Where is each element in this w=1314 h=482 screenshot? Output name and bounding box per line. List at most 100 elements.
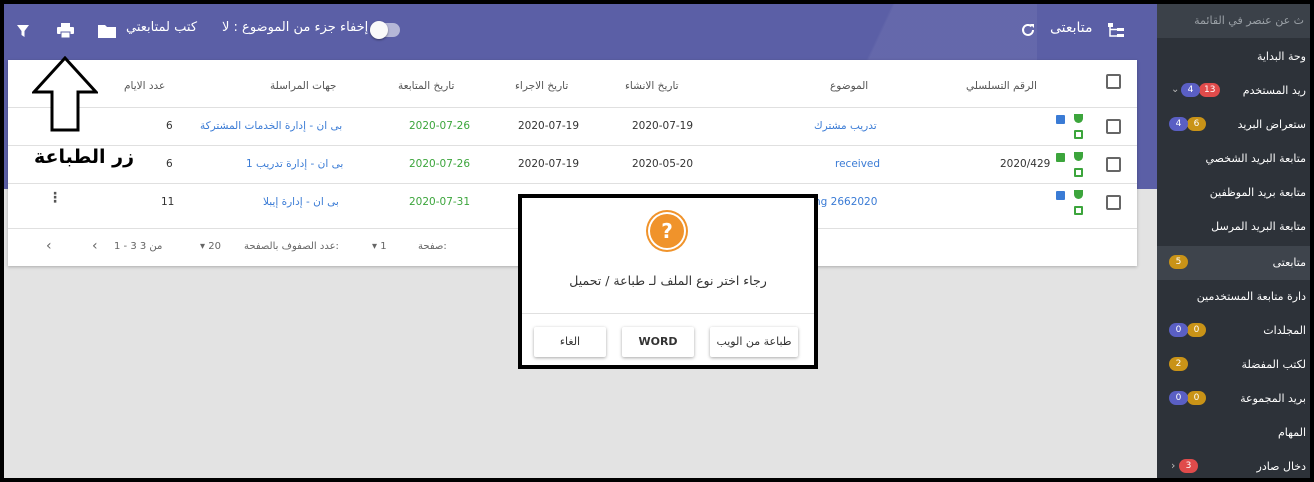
cell-subject[interactable]: تدريب مشترك (814, 120, 877, 132)
sidebar-item-label: دخال صادر (1256, 460, 1306, 473)
sidebar-item-manage-users-followup[interactable]: دارة متابعة المستخدمين (1157, 280, 1310, 314)
header-action[interactable]: تاريخ الاجراء (515, 80, 568, 92)
sidebar-item-group-mail[interactable]: 0 0 بريد المجموعة (1157, 382, 1310, 416)
sidebar-item-outgoing[interactable]: › 3 دخال صادر (1157, 450, 1310, 478)
page-select[interactable]: ▾ 1 (372, 241, 387, 252)
sidebar-item-label: لكتب المفضلة (1241, 358, 1306, 371)
toggle-knob[interactable] (370, 21, 388, 39)
badge-count: 0 (1187, 323, 1206, 337)
header-created[interactable]: تاريخ الانشاء (625, 80, 679, 92)
shield-icon (1074, 114, 1083, 123)
filter-icon[interactable] (16, 24, 30, 38)
header-serial[interactable]: الرقم التسلسلي (966, 80, 1037, 92)
badge-count: 3 (1179, 459, 1198, 473)
question-icon: ? (650, 214, 684, 248)
page-label: صفحة: (418, 241, 447, 252)
print-web-button[interactable]: طباعة من الويب (710, 327, 798, 357)
word-button[interactable]: WORD (622, 327, 694, 357)
cell-days: 6 (166, 158, 173, 170)
shield-icon (1074, 190, 1083, 199)
sidebar-item-sent-followup[interactable]: متابعة البريد المرسل (1157, 210, 1310, 244)
rows-per-page-select[interactable]: ▾ 20 (200, 241, 221, 252)
header-parties[interactable]: جهات المراسلة (270, 80, 337, 92)
question-glyph: ? (661, 219, 673, 243)
calendar-icon (1074, 206, 1083, 215)
badge-count: 0 (1187, 391, 1206, 405)
rows-per-page-label: عدد الصفوف بالصفحة: (244, 241, 339, 252)
top-toolbar: كتب لمتابعتي إخفاء جزء من الموضوع : لا م… (4, 4, 1157, 58)
sidebar-item-label: دارة متابعة المستخدمين (1196, 290, 1306, 303)
sidebar-item-label: المهام (1278, 426, 1306, 439)
sidebar-item-personal-followup[interactable]: متابعة البريد الشخصي (1157, 142, 1310, 176)
arrow-up-icon (1056, 115, 1065, 124)
cancel-button[interactable]: الغاء (534, 327, 606, 357)
page-value: 1 (380, 241, 387, 252)
sidebar-item-my-followups[interactable]: 5 متابعتى (1157, 246, 1310, 280)
folder-label[interactable]: كتب لمتابعتي (126, 20, 197, 35)
cell-subject[interactable]: ng 2662020 (814, 196, 877, 208)
cell-parties[interactable]: بى ان - إدارة الخدمات المشتركة (200, 120, 342, 132)
cell-action: 2020-07-19 (518, 120, 580, 132)
sidebar-item-browse-mail[interactable]: 6 4 ستعراض البريد (1157, 108, 1310, 142)
header-days[interactable]: عدد الايام (124, 80, 165, 92)
badge-count: 13 (1199, 83, 1221, 97)
cell-parties[interactable]: بى ان - إدارة إيبلا (263, 196, 339, 208)
sidebar-item-home[interactable]: وحة البداية (1157, 40, 1310, 74)
annotation-label: زر الطباعة (34, 146, 135, 168)
badge-count: 0 (1169, 323, 1188, 337)
sidebar-item-favorites[interactable]: 2 لكتب المفضلة (1157, 348, 1310, 382)
table-row[interactable]: تدريب مشترك 2020-07-19 2020-07-19 2020-0… (8, 107, 1137, 145)
more-vert-icon[interactable]: ⋮ (48, 190, 62, 206)
print-icon[interactable] (57, 23, 74, 38)
refresh-icon[interactable] (1020, 22, 1036, 38)
page-range: 1 - 3 من 3 (114, 241, 163, 252)
badge-count: 5 (1169, 255, 1188, 269)
hide-subject-label: إخفاء جزء من الموضوع : لا (222, 20, 369, 35)
badge-count: 4 (1181, 83, 1200, 97)
dialog-message: رجاء اختر نوع الملف لـ طباعة / تحميل (569, 273, 767, 288)
page-title: متابعتى (1050, 20, 1093, 36)
folder-icon[interactable] (98, 24, 116, 38)
badge-count: 2 (1169, 357, 1188, 371)
sidebar-item-label: وحة البداية (1256, 50, 1306, 63)
cell-created: 2020-05-20 (632, 158, 694, 170)
arrow-up-icon (1056, 191, 1065, 200)
shield-icon (1074, 152, 1083, 161)
chevron-right-icon: › (1171, 459, 1176, 472)
sidebar-item-label: متابعة بريد الموظفين (1209, 186, 1306, 199)
chevron-down-icon: ⌄ (1171, 84, 1180, 95)
print-type-dialog: ? رجاء اختر نوع الملف لـ طباعة / تحميل ط… (518, 194, 818, 369)
header-subject[interactable]: الموضوع (830, 80, 868, 92)
sidebar-item-folders[interactable]: 0 0 المجلدات (1157, 314, 1310, 348)
tree-icon (1108, 22, 1124, 38)
cell-subject[interactable]: received (835, 158, 880, 170)
hide-subject-toggle[interactable] (370, 21, 400, 39)
table-row[interactable]: 2020/429 received 2020-05-20 2020-07-19 … (8, 145, 1137, 183)
next-page-icon[interactable]: ‹ (46, 238, 52, 254)
cell-followup: 2020-07-26 (409, 120, 471, 132)
select-all-checkbox[interactable] (1106, 74, 1121, 89)
calendar-icon (1074, 130, 1083, 139)
sidebar-item-user-mail[interactable]: ⌄ 13 4 ريد المستخدم (1157, 74, 1310, 108)
cell-created: 2020-07-19 (632, 120, 694, 132)
sidebar-item-label: متابعة البريد المرسل (1211, 220, 1306, 233)
search-placeholder: ث عن عنصر في القائمة (1194, 14, 1304, 27)
sidebar-item-tasks[interactable]: المهام (1157, 416, 1310, 450)
row-checkbox[interactable] (1106, 195, 1121, 210)
arrow-down-icon (1056, 153, 1065, 162)
sidebar-item-label: ريد المستخدم (1242, 84, 1306, 97)
row-checkbox[interactable] (1106, 157, 1121, 172)
header-followup[interactable]: تاريخ المتابعة (398, 80, 454, 92)
prev-page-icon[interactable]: ‹ (92, 238, 98, 254)
cell-serial: 2020/429 (1000, 158, 1051, 170)
sidebar-search-input[interactable]: ث عن عنصر في القائمة (1157, 4, 1310, 38)
sidebar: ث عن عنصر في القائمة وحة البداية ⌄ 13 4 … (1157, 4, 1310, 478)
cell-parties[interactable]: بى ان - إدارة تدريب 1 (246, 158, 343, 170)
sidebar-item-staff-followup[interactable]: متابعة بريد الموظفين (1157, 176, 1310, 210)
cell-days: 6 (166, 120, 173, 132)
row-checkbox[interactable] (1106, 119, 1121, 134)
row-status-icons (1052, 152, 1084, 182)
row-status-icons (1052, 114, 1084, 144)
sidebar-item-label: متابعتى (1272, 256, 1306, 269)
cell-followup: 2020-07-31 (409, 196, 471, 208)
